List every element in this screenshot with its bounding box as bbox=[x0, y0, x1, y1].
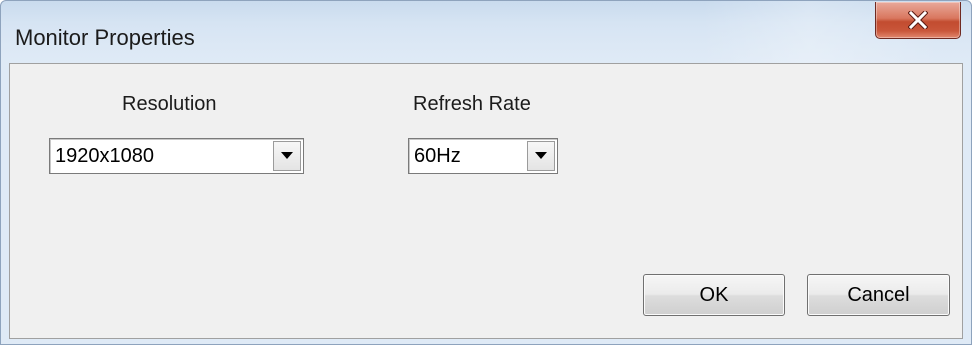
resolution-value: 1920x1080 bbox=[55, 145, 154, 167]
chevron-down-icon bbox=[535, 147, 547, 165]
resolution-dropdown-button[interactable] bbox=[273, 141, 301, 171]
refresh-rate-dropdown-button[interactable] bbox=[527, 141, 555, 171]
chevron-down-icon bbox=[281, 147, 293, 165]
close-icon bbox=[908, 11, 928, 29]
window-title: Monitor Properties bbox=[15, 25, 195, 50]
dialog-window: Monitor Properties Resolution 1920x1080 … bbox=[0, 0, 972, 345]
refresh-rate-dropdown[interactable]: 60Hz bbox=[408, 138, 558, 174]
dialog-client-area: Resolution 1920x1080 Refresh Rate 60Hz O… bbox=[9, 63, 963, 339]
refresh-rate-value: 60Hz bbox=[414, 145, 461, 167]
close-button[interactable] bbox=[875, 2, 961, 39]
refresh-rate-label: Refresh Rate bbox=[413, 93, 531, 115]
resolution-dropdown[interactable]: 1920x1080 bbox=[49, 138, 304, 174]
resolution-label: Resolution bbox=[122, 93, 217, 115]
ok-button[interactable]: OK bbox=[643, 274, 785, 316]
cancel-button[interactable]: Cancel bbox=[807, 274, 950, 316]
